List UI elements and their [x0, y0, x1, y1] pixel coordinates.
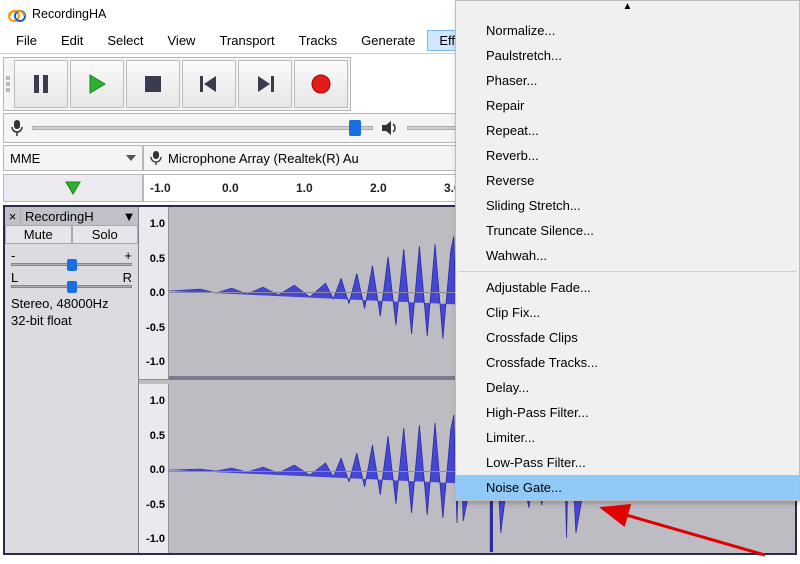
audio-host-label: MME: [10, 151, 120, 166]
amplitude-scale: 1.0 0.5 0.0 -0.5 -1.0: [139, 384, 169, 555]
effect-menu-item[interactable]: Clip Fix...: [456, 300, 799, 325]
track-name[interactable]: RecordingH: [21, 209, 120, 224]
skip-start-button[interactable]: [182, 60, 236, 108]
effect-menu-dropdown: ▲ Normalize...Paulstretch...Phaser...Rep…: [455, 0, 800, 501]
stop-button[interactable]: [126, 60, 180, 108]
ruler-tick: 2.0: [370, 181, 387, 195]
menu-file[interactable]: File: [4, 30, 49, 51]
solo-button[interactable]: Solo: [72, 225, 139, 244]
menu-scroll-up[interactable]: ▲: [456, 1, 799, 18]
menu-select[interactable]: Select: [95, 30, 155, 51]
track-control-panel: × RecordingH ▼ Mute Solo -+ LR Stereo, 4…: [5, 207, 139, 553]
effect-menu-item[interactable]: Sliding Stretch...: [456, 193, 799, 218]
pan-slider[interactable]: LR: [11, 270, 132, 288]
mute-button[interactable]: Mute: [5, 225, 72, 244]
transport-toolbar: [3, 57, 351, 111]
effect-menu-item[interactable]: Limiter...: [456, 425, 799, 450]
ruler-tick: 1.0: [296, 181, 313, 195]
app-icon: [8, 5, 26, 23]
recording-level-slider[interactable]: [32, 126, 373, 130]
pause-button[interactable]: [14, 60, 68, 108]
track-close-button[interactable]: ×: [5, 209, 21, 224]
track-menu-button[interactable]: ▼: [120, 209, 138, 224]
menu-separator: [458, 271, 797, 272]
chevron-down-icon: [126, 155, 136, 161]
effect-menu-item[interactable]: Crossfade Clips: [456, 325, 799, 350]
ruler-tick: -1.0: [150, 181, 171, 195]
menu-view[interactable]: View: [156, 30, 208, 51]
effect-menu-item[interactable]: Normalize...: [456, 18, 799, 43]
mic-icon: [150, 150, 162, 166]
effect-menu-item[interactable]: Truncate Silence...: [456, 218, 799, 243]
effect-menu-item[interactable]: Adjustable Fade...: [456, 275, 799, 300]
menu-generate[interactable]: Generate: [349, 30, 427, 51]
window-title: RecordingHA: [32, 7, 106, 21]
effect-menu-item[interactable]: Noise Gate...: [456, 475, 799, 500]
play-button[interactable]: [70, 60, 124, 108]
effect-menu-item[interactable]: Paulstretch...: [456, 43, 799, 68]
effect-menu-item[interactable]: Phaser...: [456, 68, 799, 93]
speaker-icon: [381, 120, 399, 136]
skip-end-button[interactable]: [238, 60, 292, 108]
effect-menu-item[interactable]: Repair: [456, 93, 799, 118]
effect-menu-item[interactable]: High-Pass Filter...: [456, 400, 799, 425]
amplitude-scale: 1.0 0.5 0.0 -0.5 -1.0: [139, 207, 169, 380]
ruler-tick: 0.0: [222, 181, 239, 195]
timeline-play-head[interactable]: [3, 174, 143, 202]
menu-tracks[interactable]: Tracks: [287, 30, 350, 51]
track-info: Stereo, 48000Hz 32-bit float: [5, 292, 138, 334]
menu-edit[interactable]: Edit: [49, 30, 95, 51]
gain-slider[interactable]: -+: [11, 248, 132, 266]
mic-icon: [10, 119, 24, 137]
effect-menu-item[interactable]: Reverse: [456, 168, 799, 193]
effect-menu-item[interactable]: Reverb...: [456, 143, 799, 168]
audio-host-select[interactable]: MME: [3, 145, 143, 171]
effect-menu-item[interactable]: Low-Pass Filter...: [456, 450, 799, 475]
effect-menu-item[interactable]: Wahwah...: [456, 243, 799, 268]
menu-transport[interactable]: Transport: [207, 30, 286, 51]
effect-menu-item[interactable]: Delay...: [456, 375, 799, 400]
effect-menu-item[interactable]: Crossfade Tracks...: [456, 350, 799, 375]
record-button[interactable]: [294, 60, 348, 108]
effect-menu-item[interactable]: Repeat...: [456, 118, 799, 143]
